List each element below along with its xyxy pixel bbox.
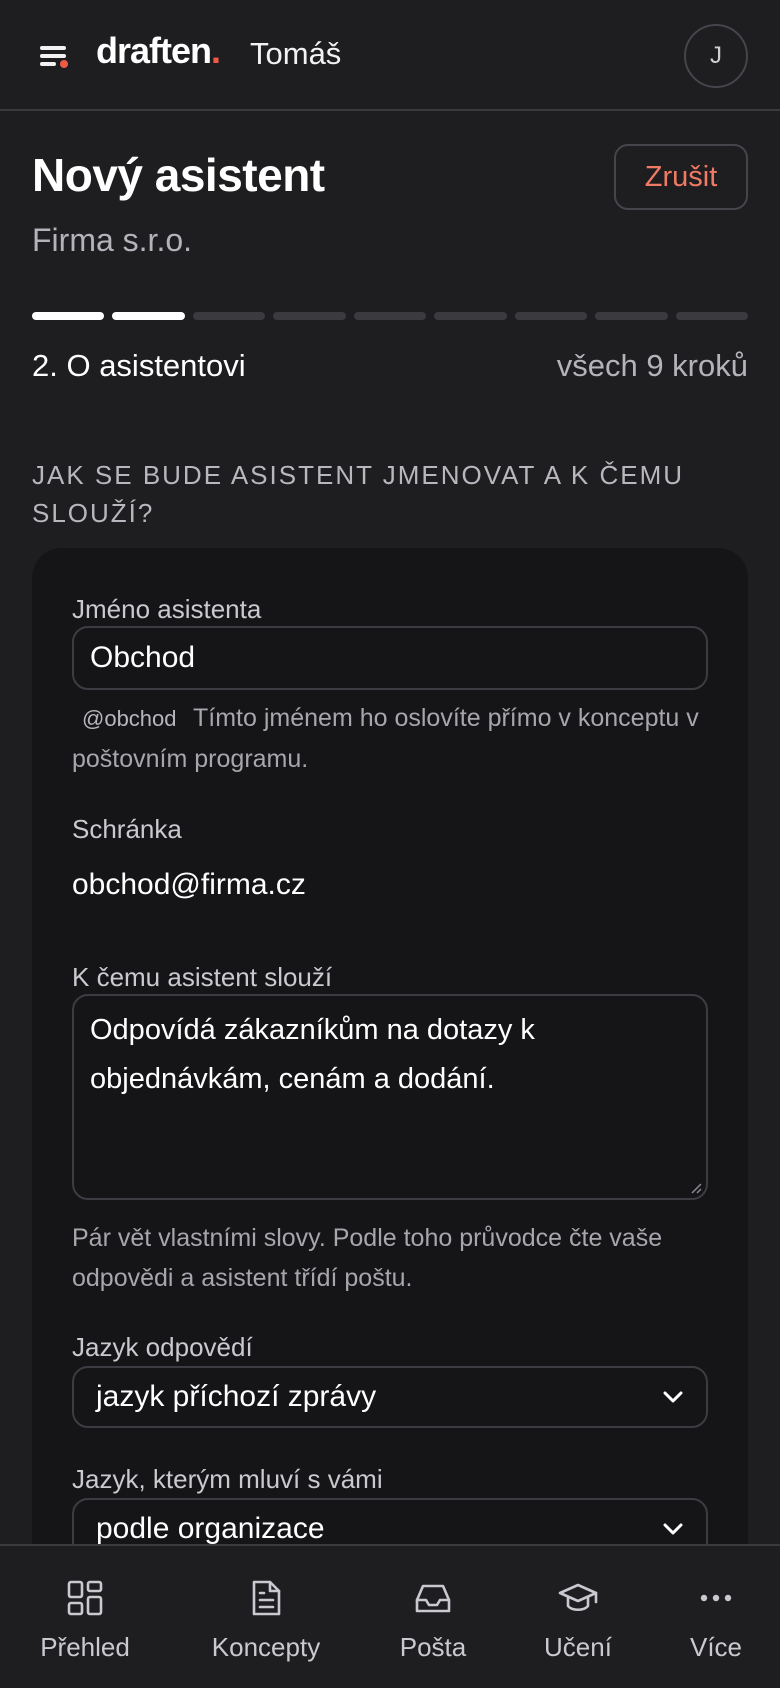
progress-segment [273,312,346,320]
progress-segment [32,312,105,320]
nav-item-posta[interactable]: Pošta [384,1546,482,1688]
mention-tag: @obchod [82,706,177,731]
document-icon [252,1580,281,1616]
grid-icon [67,1580,103,1616]
nav-item-vice[interactable]: Více [676,1546,756,1688]
chevron-down-icon [663,1523,683,1535]
nav-item-prehled[interactable]: Přehled [22,1546,148,1688]
progress-segment [192,312,266,320]
inbox-icon [415,1584,451,1613]
reply-language-label: Jazyk odpovědí [72,1332,253,1362]
mailbox-value: obchod@firma.cz [72,868,306,901]
ui-language-label: Jazyk, kterým mluví s vámi [72,1464,383,1494]
progress-segment [675,312,748,320]
page-title: Nový asistent [32,149,325,201]
progress-segment [112,312,185,320]
assistant-name-input[interactable]: Obchod [72,626,708,690]
progress-segment [434,312,507,320]
app-logo[interactable]: draften. [96,30,221,72]
step-progress [32,312,748,320]
total-steps-label: všech 9 kroků [556,348,748,383]
current-step-label: 2. O asistentovi [32,348,246,383]
name-label: Jméno asistenta [72,594,262,624]
top-bar: draften. Tomáš J [0,0,780,111]
name-hint: @obchod Tímto jménem ho oslovíte přímo v… [72,704,699,773]
menu-icon[interactable] [40,44,70,68]
more-icon [700,1594,732,1602]
organization-name: Firma s.r.o. [32,222,193,258]
reply-language-select[interactable]: jazyk příchozí zprávy [72,1366,708,1428]
progress-segment [595,312,668,320]
avatar[interactable]: J [684,24,748,88]
progress-segment [353,312,427,320]
nav-item-koncepty[interactable]: Koncepty [198,1546,334,1688]
resize-handle-icon[interactable] [688,1180,702,1194]
chevron-down-icon [663,1391,683,1403]
bottom-navigation: Přehled Koncepty Pošta Učení Více [0,1544,780,1688]
purpose-textarea[interactable]: Odpovídá zákazníkům na dotazy k objednáv… [72,994,708,1200]
mailbox-label: Schránka [72,814,182,844]
purpose-hint: Pár vět vlastními slovy. Podle toho prův… [72,1224,663,1292]
user-name: Tomáš [250,36,342,71]
nav-item-uceni[interactable]: Učení [532,1546,624,1688]
graduation-cap-icon [558,1583,598,1612]
section-heading: JAK SE BUDE ASISTENT JMENOVAT A K ČEMU S… [32,460,684,528]
purpose-label: K čemu asistent slouží [72,962,333,992]
progress-segment [514,312,588,320]
cancel-button[interactable]: Zrušit [614,144,748,210]
